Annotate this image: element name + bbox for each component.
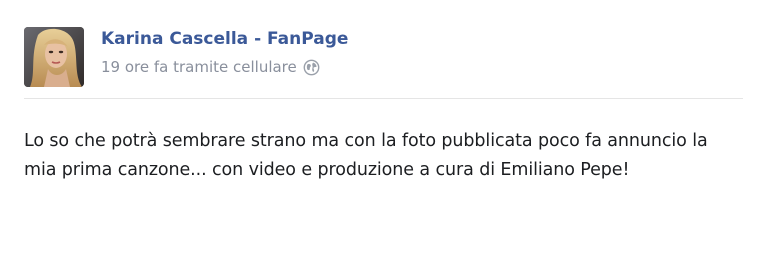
profile-avatar[interactable] [24, 27, 84, 87]
avatar-image [24, 27, 84, 87]
author-name-link[interactable]: Karina Cascella - FanPage [101, 29, 348, 49]
post-card: Karina Cascella - FanPage 19 ore fa tram… [0, 0, 767, 260]
timestamp-link[interactable]: 19 ore fa tramite cellulare [101, 58, 297, 76]
post-meta: 19 ore fa tramite cellulare [101, 58, 320, 76]
header-divider [24, 98, 743, 99]
post-message: Lo so che potrà sembrare strano ma con l… [24, 131, 708, 180]
globe-icon[interactable] [303, 59, 320, 76]
